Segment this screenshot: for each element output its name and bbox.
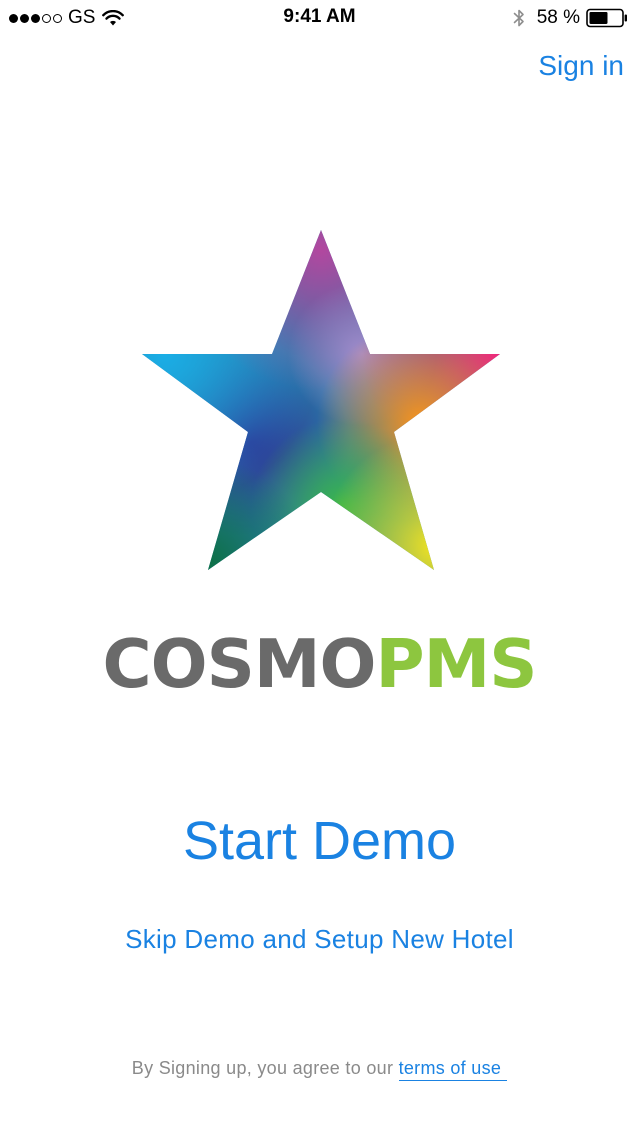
terms-prefix-text: By Signing up, you agree to our xyxy=(131,1058,394,1078)
bluetooth-icon xyxy=(513,9,524,27)
battery-icon xyxy=(586,8,627,28)
terms-notice: By Signing up, you agree to our terms of… xyxy=(0,1058,639,1081)
terms-of-use-link[interactable]: terms of use xyxy=(398,1058,508,1081)
wordmark-cosmo: COSMO xyxy=(102,625,376,703)
battery-percent: 58 % xyxy=(536,7,580,28)
sign-in-button[interactable]: Sign in xyxy=(538,50,624,82)
start-demo-button[interactable]: Start Demo xyxy=(0,810,639,872)
cosmopms-wordmark: COSMOPMS xyxy=(0,624,639,704)
skip-demo-button[interactable]: Skip Demo and Setup New Hotel xyxy=(0,924,639,955)
status-bar: GS 9:41 AM 58 % xyxy=(0,0,639,36)
status-bar-right: 58 % xyxy=(513,6,628,30)
cosmopms-star-logo xyxy=(142,230,500,570)
wordmark-pms: PMS xyxy=(375,625,537,703)
